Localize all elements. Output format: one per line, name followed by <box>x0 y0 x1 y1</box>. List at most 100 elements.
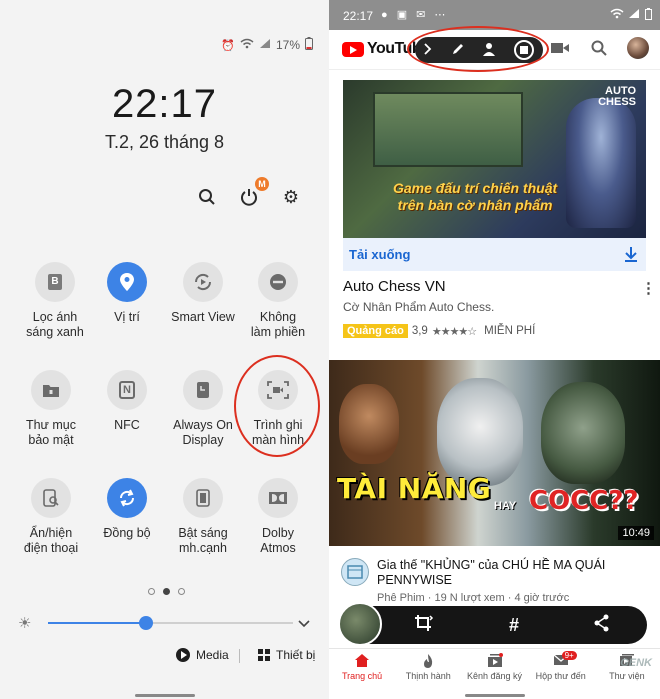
download-bar[interactable]: Tải xuống <box>343 238 646 271</box>
divider <box>239 649 240 663</box>
ad-headline: Game đấu trí chiến thuật trên bàn cờ nhâ… <box>393 180 558 213</box>
nav-label: Thư viện <box>609 671 645 681</box>
always-on-display-icon <box>183 370 223 410</box>
left-face <box>339 384 399 464</box>
floating-action-bar: # <box>341 606 647 644</box>
devices-button[interactable]: Thiết bị <box>258 648 315 662</box>
blue-light-filter-icon: B <box>35 262 75 302</box>
page-dot[interactable] <box>178 588 185 595</box>
notification-badge: M <box>255 177 269 191</box>
home-indicator <box>135 694 195 697</box>
do-not-disturb-icon <box>258 262 298 302</box>
page-dot-active[interactable] <box>163 588 170 595</box>
youtube-top-bar: YouTube <box>329 26 660 72</box>
mail-icon <box>528 653 594 671</box>
video-title[interactable]: Gia thế "KHỦNG" của CHÚ HỀ MA QUÁI PENNY… <box>377 558 647 588</box>
sync-icon <box>107 478 147 518</box>
bottom-navigation: Trang chủ Thịnh hành Kênh đăng ký 9+ Hộp… <box>329 648 660 690</box>
location-pin-icon <box>107 262 147 302</box>
page-indicator <box>148 588 185 595</box>
flame-icon <box>395 653 461 671</box>
highlight-circle <box>407 26 549 72</box>
search-button[interactable] <box>196 186 218 208</box>
tile-label: sáng xanh <box>26 325 84 339</box>
highlight-circle <box>234 355 320 457</box>
settings-button[interactable]: ⚙ <box>280 186 302 208</box>
thumbnail-text: COCC?? <box>529 486 639 516</box>
status-time: 22:17 <box>343 9 374 23</box>
rating-value: 3,9 <box>411 325 428 337</box>
nav-library[interactable]: Thư viện <box>594 649 660 690</box>
right-face <box>541 382 625 484</box>
search-icon[interactable] <box>591 40 607 61</box>
screenshot-preview[interactable] <box>338 602 382 646</box>
smart-view-icon <box>183 262 223 302</box>
watermark-logo: GENK <box>620 657 652 669</box>
nav-label: Kênh đăng ký <box>466 671 523 681</box>
timer-button[interactable]: M <box>238 177 269 208</box>
nav-label: Thịnh hành <box>405 671 451 681</box>
app-notification-icons: ● ▣ ✉ ⋯ <box>381 9 449 21</box>
nav-label: Hộp thư đến <box>535 671 586 681</box>
more-vert-icon[interactable]: ⋮ <box>641 279 656 297</box>
video-thumbnail[interactable]: TÀI NĂNG HAY COCC?? 10:49 <box>329 360 660 546</box>
chevron-down-icon[interactable] <box>298 615 310 633</box>
channel-avatar[interactable] <box>341 558 369 586</box>
alarm-icon: ⏰ <box>221 39 235 52</box>
share-icon[interactable] <box>594 614 610 637</box>
hashtag-icon[interactable]: # <box>509 615 519 636</box>
battery-percent: 17% <box>275 38 300 52</box>
wifi-icon <box>610 8 624 22</box>
nav-label: Trang chủ <box>342 671 383 681</box>
hero-figure <box>566 98 636 228</box>
power-icon <box>241 189 257 206</box>
nav-trending[interactable]: Thịnh hành <box>395 649 461 690</box>
media-label: Media <box>196 648 229 662</box>
nfc-icon: N <box>107 370 147 410</box>
signal-icon <box>259 38 271 52</box>
tile-do-not-disturb[interactable]: Không làm phiền <box>233 262 323 340</box>
app-title[interactable]: Auto Chess VN <box>343 278 446 295</box>
page-dot[interactable] <box>148 588 155 595</box>
download-icon <box>624 246 638 265</box>
media-devices-row: Media Thiết bị <box>0 648 329 668</box>
camera-icon[interactable] <box>551 41 569 60</box>
quick-settings-panel: ⏰ 17% 22:17 T.2, 26 tháng 8 M ⚙ ⋮ M B <box>0 0 353 699</box>
quick-action-row: M ⚙ ⋮ M <box>196 177 353 208</box>
rating-stars: ★★★★☆ <box>431 325 477 338</box>
thumbnail-text: TÀI NĂNG <box>337 472 492 505</box>
thumbnail-text: HAY <box>494 500 517 512</box>
crop-icon[interactable] <box>414 614 434 637</box>
right-status-bar: 22:17 ● ▣ ✉ ⋯ <box>329 0 660 30</box>
edge-lighting-icon <box>183 478 223 518</box>
hide-phone-icon <box>31 478 71 518</box>
nav-inbox[interactable]: 9+ Hộp thư đến <box>528 649 594 690</box>
media-button[interactable]: Media <box>176 648 229 662</box>
brightness-track[interactable] <box>48 622 293 624</box>
tile-label: Không <box>259 310 297 324</box>
clock: 22:17 <box>111 82 218 126</box>
secure-folder-icon <box>31 370 71 410</box>
home-indicator <box>465 694 525 697</box>
inbox-badge: 9+ <box>561 651 577 660</box>
tile-dolby-atmos[interactable]: Dolby Atmos <box>233 478 323 556</box>
video-duration: 10:49 <box>618 526 654 540</box>
subscriptions-icon <box>461 653 527 671</box>
avatar[interactable] <box>627 37 649 59</box>
ad-banner-image[interactable]: AUTO CHESS Game đấu trí chiến thuật trên… <box>343 80 646 238</box>
youtube-play-icon <box>342 41 364 57</box>
brightness-fill <box>48 622 146 624</box>
signal-icon <box>628 8 640 22</box>
app-subtitle: Cờ Nhân Phẩm Auto Chess. <box>343 300 495 314</box>
nav-subscriptions[interactable]: Kênh đăng ký <box>461 649 527 690</box>
gear-icon: ⚙ <box>282 186 300 207</box>
ad-info-line: Quảng cáo 3,9 ★★★★☆ MIỄN PHÍ <box>343 324 535 338</box>
brightness-thumb[interactable] <box>139 616 153 630</box>
tile-label: Atmos <box>260 541 296 555</box>
tile-label: bảo mật <box>28 433 74 447</box>
brightness-slider[interactable]: ☀ <box>18 612 318 634</box>
nav-home[interactable]: Trang chủ <box>329 649 395 690</box>
play-circle-icon <box>176 648 190 662</box>
price-label: MIỄN PHÍ <box>484 325 536 337</box>
tile-label: làm phiền <box>250 325 306 339</box>
